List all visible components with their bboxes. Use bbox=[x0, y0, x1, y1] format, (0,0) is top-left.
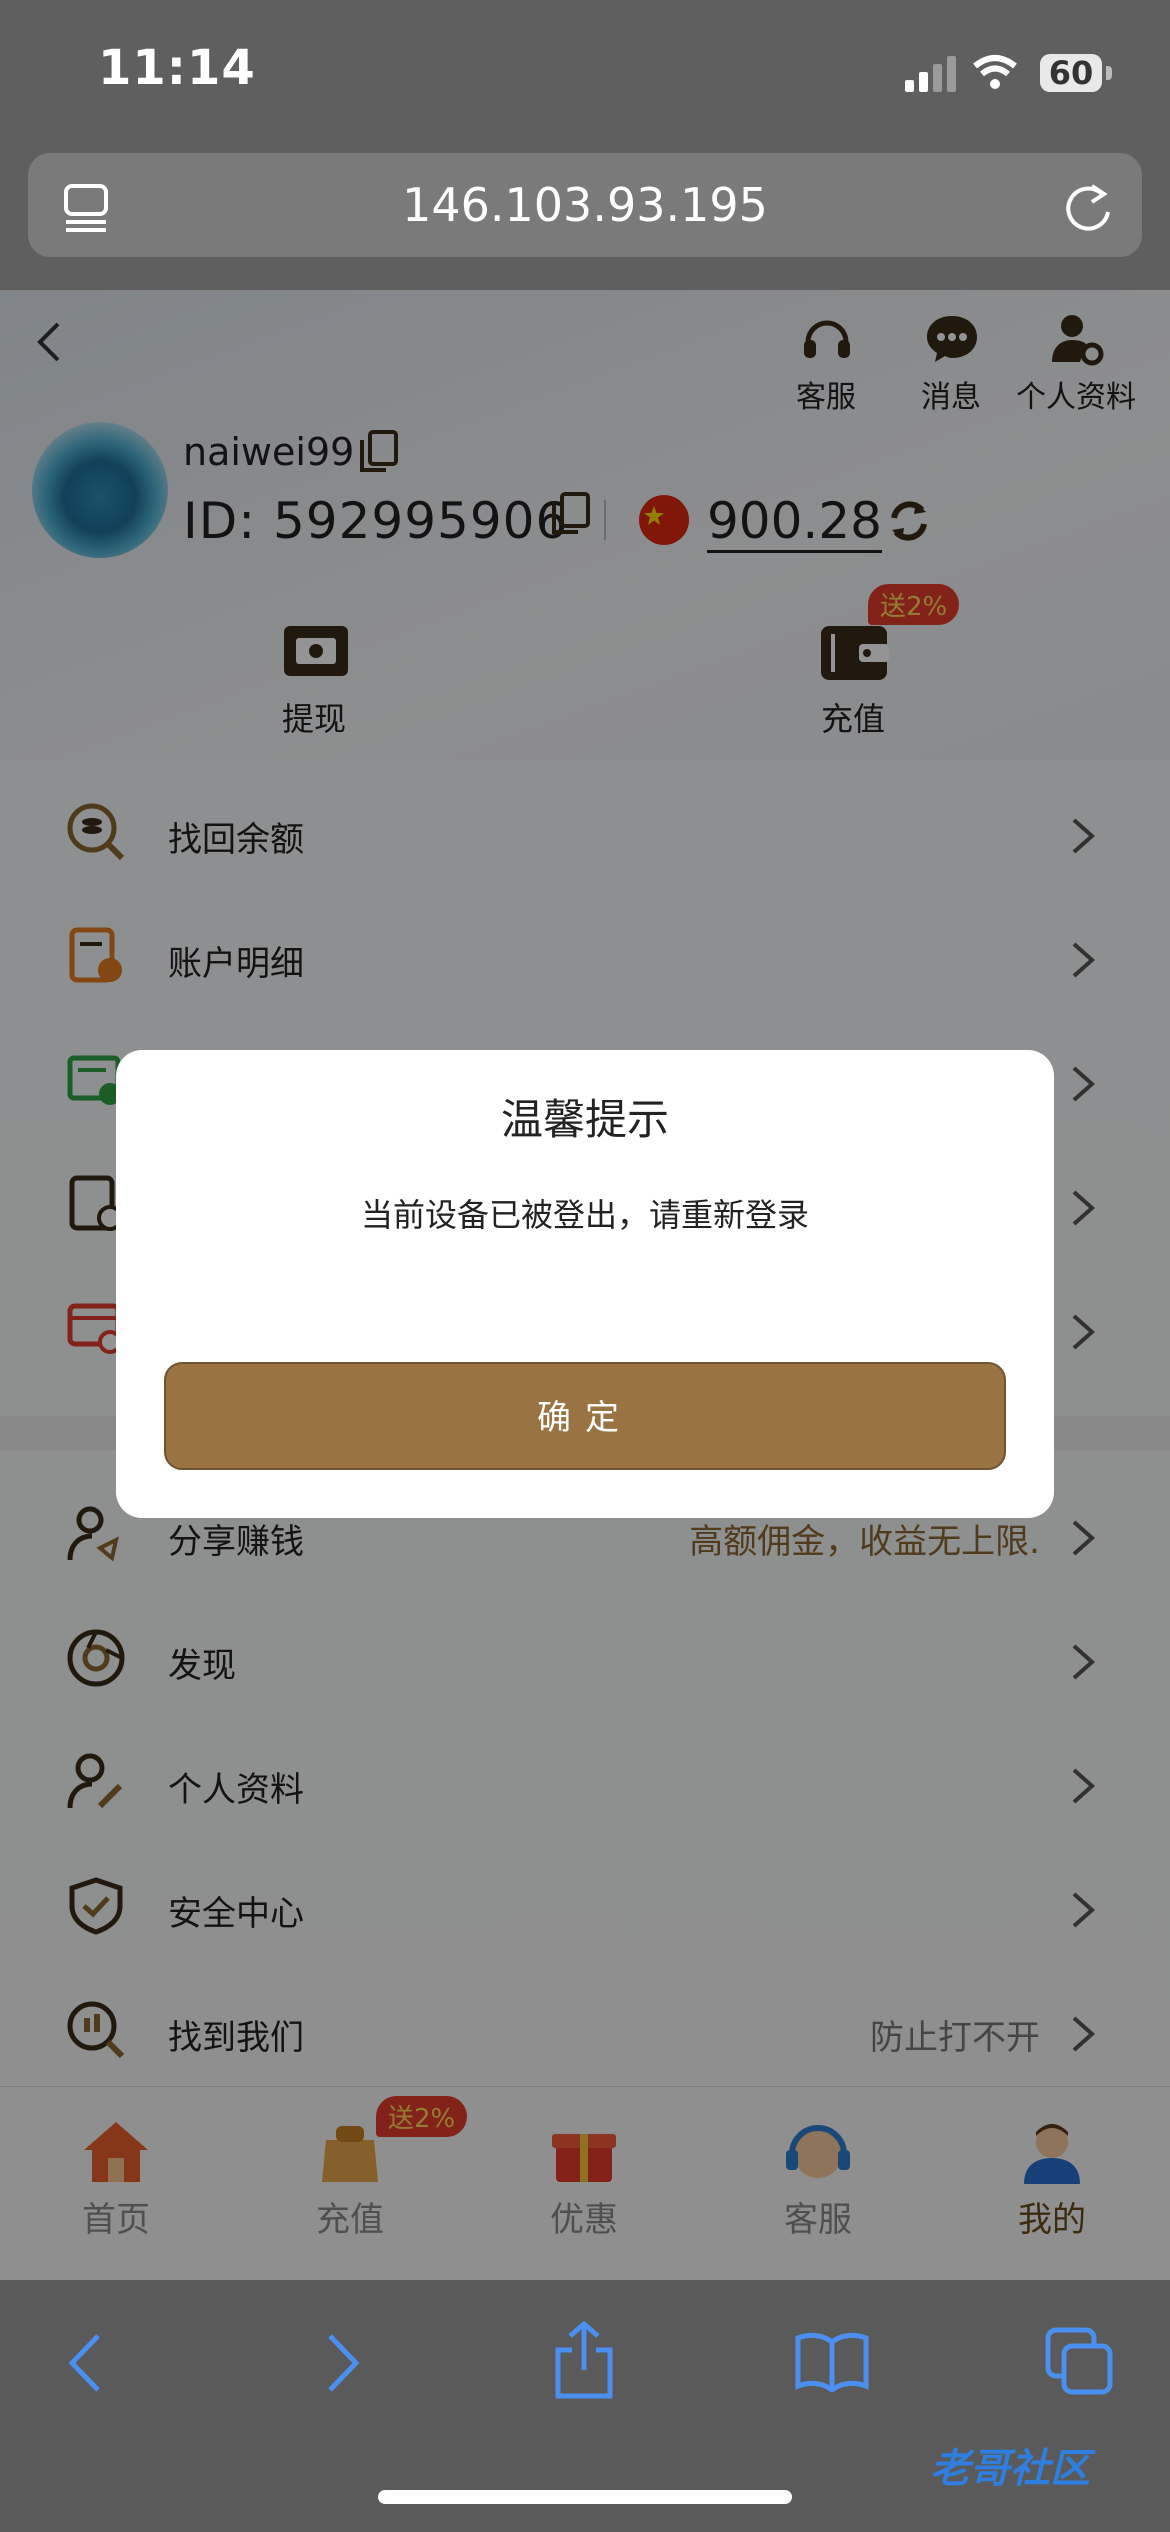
share-icon[interactable] bbox=[552, 2320, 616, 2400]
browser-forward-icon[interactable] bbox=[322, 2332, 362, 2394]
dialog-title: 温馨提示 bbox=[500, 1095, 669, 1144]
watermark-logo: 老哥社区 bbox=[930, 2446, 1090, 2492]
status-time: 11:14 bbox=[98, 40, 256, 96]
signal-icon bbox=[905, 55, 1017, 92]
reload-icon[interactable] bbox=[1062, 180, 1114, 236]
tabs-icon[interactable] bbox=[1044, 2326, 1114, 2396]
alert-dialog: 温馨提示 当前设备已被登出，请重新登录 确定 bbox=[116, 1050, 1054, 1518]
url-text[interactable]: 146.103.93.195 bbox=[0, 178, 1170, 232]
dialog-message: 当前设备已被登出，请重新登录 bbox=[360, 1196, 809, 1234]
battery-indicator: 60 bbox=[1040, 54, 1112, 92]
confirm-button[interactable]: 确定 bbox=[164, 1362, 1006, 1470]
wifi-icon bbox=[973, 55, 1017, 69]
home-indicator bbox=[378, 2490, 792, 2504]
bookmarks-icon[interactable] bbox=[794, 2330, 870, 2392]
browser-back-icon[interactable] bbox=[66, 2332, 106, 2394]
